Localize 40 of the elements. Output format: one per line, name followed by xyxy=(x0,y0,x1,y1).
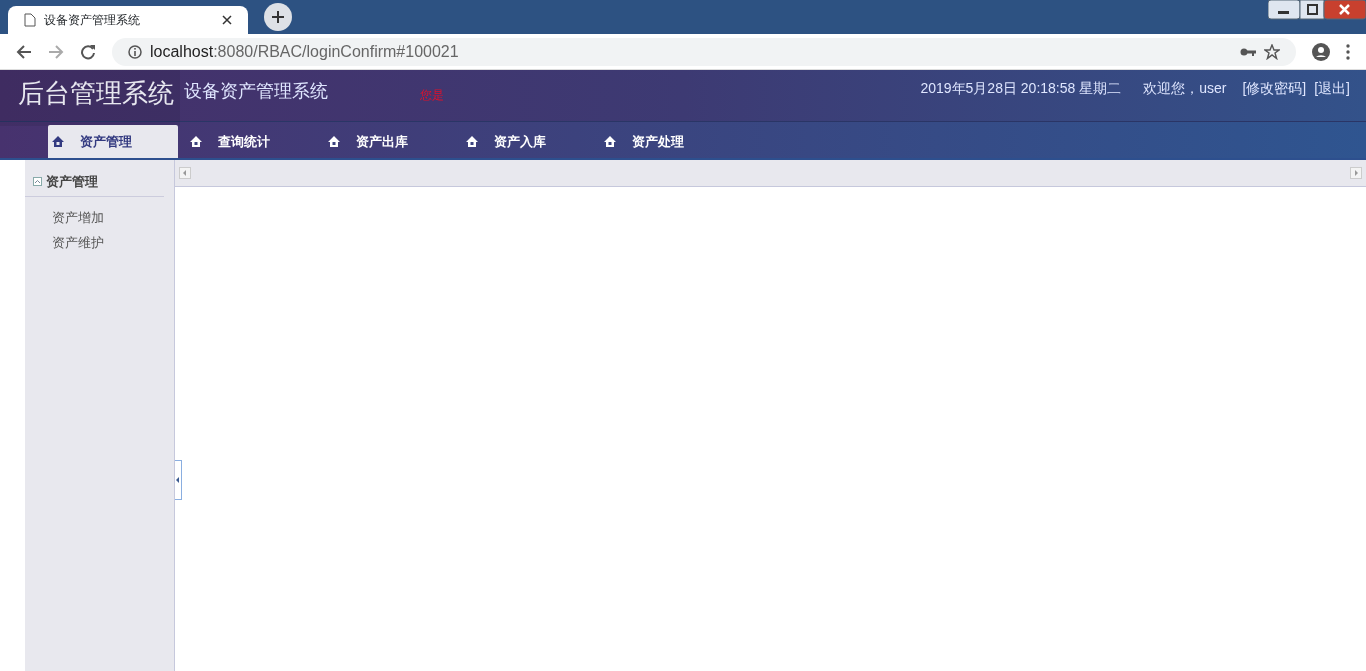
close-icon[interactable] xyxy=(222,15,232,25)
datetime-text: 2019年5月28日 20:18:58 星期二 xyxy=(920,79,1122,98)
reload-icon[interactable] xyxy=(80,43,96,60)
plus-icon xyxy=(271,10,285,24)
home-icon xyxy=(604,136,616,147)
nav-tab[interactable]: 资产管理 xyxy=(48,125,178,158)
nav-tab[interactable]: 资产出库 xyxy=(324,125,454,158)
home-icon xyxy=(466,136,478,147)
collapse-handle[interactable] xyxy=(175,460,182,500)
collapse-icon[interactable] xyxy=(33,177,42,187)
key-icon[interactable] xyxy=(1240,46,1256,57)
new-tab-button[interactable] xyxy=(264,3,292,31)
browser-tab[interactable]: 设备资产管理系统 xyxy=(8,6,248,34)
info-icon xyxy=(128,44,142,59)
nav-tab[interactable]: 查询统计 xyxy=(186,125,316,158)
star-icon[interactable] xyxy=(1264,43,1280,60)
home-icon xyxy=(52,136,64,147)
sidebar-item[interactable]: 资产增加 xyxy=(25,204,174,230)
url-text: localhost:8080/RBAC/loginConfirm#100021 xyxy=(150,41,459,62)
sidebar-item[interactable]: 资产维护 xyxy=(25,230,174,256)
system-title: 设备资产管理系统 xyxy=(184,80,328,103)
page-icon xyxy=(24,13,36,27)
window-controls-drawing[interactable] xyxy=(1268,0,1366,20)
home-icon xyxy=(328,136,340,147)
address-bar[interactable]: localhost:8080/RBAC/loginConfirm#100021 xyxy=(112,37,1296,66)
sidebar-heading: 资产管理 xyxy=(46,173,98,191)
scroll-left-button[interactable] xyxy=(179,167,191,179)
back-icon[interactable] xyxy=(16,43,32,60)
header-link[interactable]: [退出] xyxy=(1314,78,1350,99)
scroll-right-button[interactable] xyxy=(1350,167,1362,179)
logo-text: 后台管理系统 xyxy=(0,70,180,126)
welcome-text: 欢迎您，user xyxy=(1143,79,1227,98)
nav-tab[interactable]: 资产入库 xyxy=(462,125,592,158)
home-icon xyxy=(190,136,202,147)
menu-icon[interactable] xyxy=(1346,43,1350,60)
header-link[interactable]: [修改密码] xyxy=(1242,78,1307,99)
notice-text: 您是 xyxy=(420,87,444,104)
nav-tab[interactable]: 资产处理 xyxy=(600,125,730,158)
tab-title: 设备资产管理系统 xyxy=(44,12,141,29)
account-icon[interactable] xyxy=(1312,42,1330,61)
